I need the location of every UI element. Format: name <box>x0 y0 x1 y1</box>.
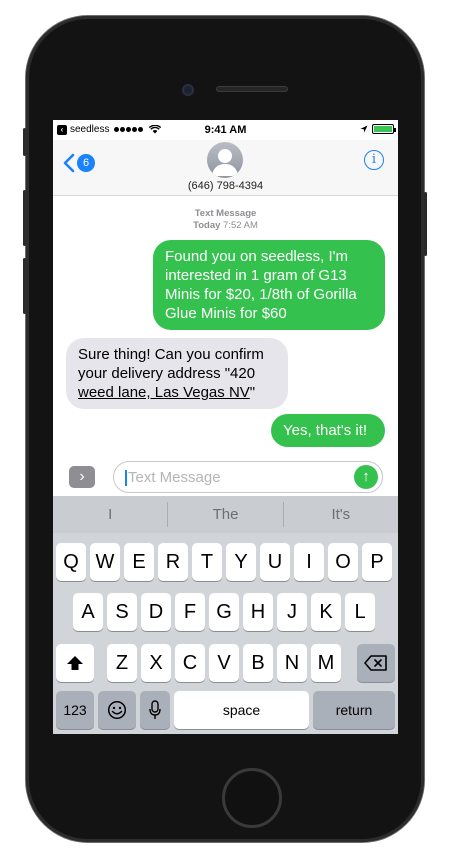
app-drawer-button[interactable]: › <box>69 466 95 488</box>
key-t[interactable]: T <box>192 543 222 581</box>
key-a[interactable]: A <box>73 593 103 631</box>
suggestion-3[interactable]: It's <box>284 496 398 533</box>
shift-key[interactable] <box>56 644 94 682</box>
return-key[interactable]: return <box>313 691 395 729</box>
key-e[interactable]: E <box>124 543 154 581</box>
backspace-icon <box>364 655 387 671</box>
key-g[interactable]: G <box>209 593 239 631</box>
key-p[interactable]: P <box>362 543 392 581</box>
front-camera <box>182 84 194 96</box>
chevron-left-icon <box>63 153 75 173</box>
key-z[interactable]: Z <box>107 644 137 682</box>
key-r[interactable]: R <box>158 543 188 581</box>
person-silhouette-icon <box>212 149 238 176</box>
arrow-up-icon: ↑ <box>362 468 370 485</box>
key-c[interactable]: C <box>175 644 205 682</box>
location-arrow-icon <box>360 125 368 132</box>
unread-count-badge: 6 <box>77 154 95 172</box>
key-l[interactable]: L <box>345 593 375 631</box>
key-h[interactable]: H <box>243 593 273 631</box>
text-cursor <box>125 470 127 486</box>
numbers-key[interactable]: 123 <box>56 691 94 729</box>
key-b[interactable]: B <box>243 644 273 682</box>
outgoing-message-bubble[interactable]: Yes, that's it! <box>271 414 385 447</box>
message-time: 7:52 AM <box>223 220 258 231</box>
key-o[interactable]: O <box>328 543 358 581</box>
mute-switch <box>23 128 26 156</box>
volume-down-button <box>23 258 26 314</box>
key-k[interactable]: K <box>311 593 341 631</box>
contact-avatar[interactable] <box>207 142 243 178</box>
message-text-end: " <box>249 384 256 401</box>
key-i[interactable]: I <box>294 543 324 581</box>
back-button[interactable]: 6 <box>63 153 95 173</box>
screen: ‹ seedless 9:41 AM 6 (646) 798-4394 i Te… <box>53 120 398 734</box>
chevron-right-icon: › <box>79 468 85 485</box>
key-x[interactable]: X <box>141 644 171 682</box>
status-time: 9:41 AM <box>204 124 247 136</box>
info-button[interactable]: i <box>364 150 384 170</box>
message-text-field[interactable]: ↑ <box>113 461 383 493</box>
contact-phone-number[interactable]: (646) 798-4394 <box>53 180 398 192</box>
key-m[interactable]: M <box>311 644 341 682</box>
key-v[interactable]: V <box>209 644 239 682</box>
conversation-header: 6 (646) 798-4394 i <box>53 140 398 196</box>
outgoing-message-bubble[interactable]: Found you on seedless, I'm interested in… <box>153 240 385 330</box>
key-s[interactable]: S <box>107 593 137 631</box>
message-timestamp: Text Message Today 7:52 AM <box>53 208 398 232</box>
message-composer: › ↑ <box>53 458 398 496</box>
suggestion-2[interactable]: The <box>168 496 282 533</box>
power-button <box>424 192 427 256</box>
quicktype-bar: I The It's <box>53 496 398 533</box>
message-type-label: Text Message <box>194 208 257 219</box>
home-button[interactable] <box>222 768 282 828</box>
battery-icon <box>372 124 396 134</box>
delete-key[interactable] <box>357 644 395 682</box>
key-u[interactable]: U <box>260 543 290 581</box>
earpiece-speaker <box>216 86 288 92</box>
status-right <box>360 124 396 134</box>
send-button[interactable]: ↑ <box>354 465 378 489</box>
suggestion-1[interactable]: I <box>53 496 167 533</box>
status-bar: ‹ seedless 9:41 AM <box>53 120 398 140</box>
info-icon: i <box>371 152 377 167</box>
volume-up-button <box>23 190 26 246</box>
emoji-key[interactable] <box>98 691 136 729</box>
key-y[interactable]: Y <box>226 543 256 581</box>
emoji-icon <box>107 700 127 720</box>
shift-arrow-icon <box>67 656 83 670</box>
message-text: Sure thing! Can you confirm your deliver… <box>78 346 264 382</box>
space-key[interactable]: space <box>174 691 309 729</box>
key-n[interactable]: N <box>277 644 307 682</box>
key-q[interactable]: Q <box>56 543 86 581</box>
message-day: Today <box>193 220 221 231</box>
microphone-icon <box>149 700 161 719</box>
key-d[interactable]: D <box>141 593 171 631</box>
message-input[interactable] <box>128 462 350 492</box>
dictation-key[interactable] <box>140 691 170 729</box>
key-j[interactable]: J <box>277 593 307 631</box>
incoming-message-bubble[interactable]: Sure thing! Can you confirm your deliver… <box>66 338 288 409</box>
keyboard: I The It's Q W E R T Y U I O P A S D F G… <box>53 496 398 734</box>
key-f[interactable]: F <box>175 593 205 631</box>
key-w[interactable]: W <box>90 543 120 581</box>
address-link[interactable]: weed lane, Las Vegas NV <box>78 384 250 401</box>
